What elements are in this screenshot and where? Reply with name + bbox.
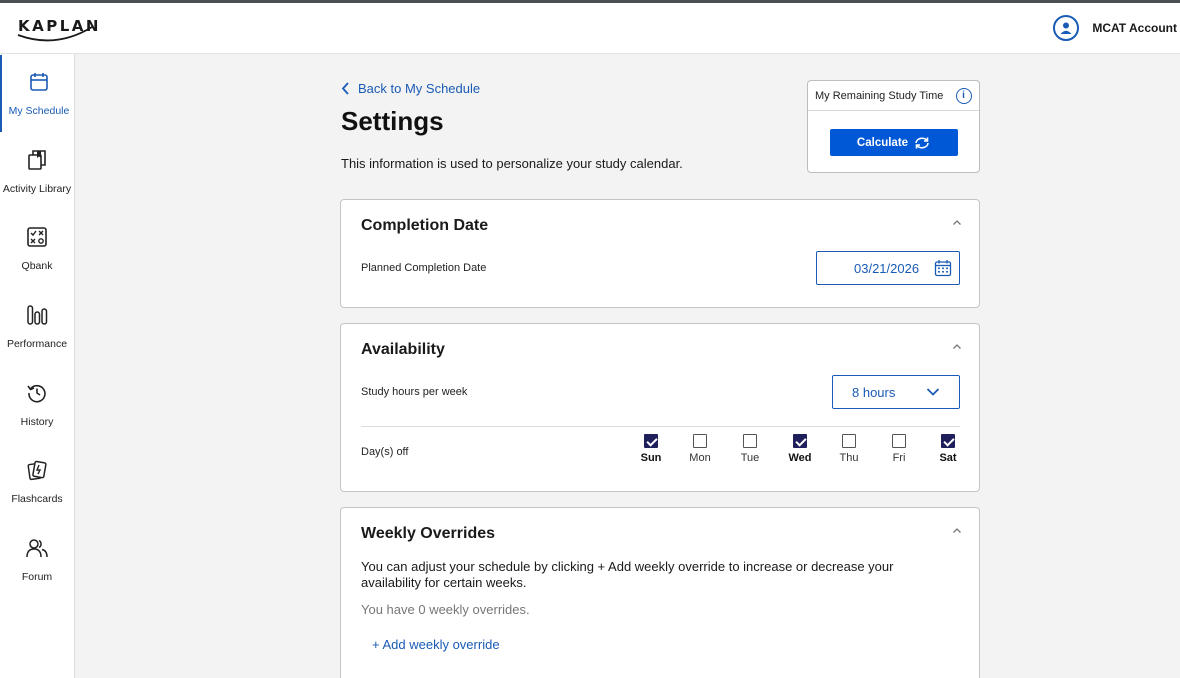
checkbox[interactable] [644, 434, 658, 448]
completion-date-value: 03/21/2026 [854, 261, 920, 276]
day-label: Thu [839, 452, 859, 464]
checkbox[interactable] [793, 434, 807, 448]
sidebar-item-qbank[interactable]: Qbank [0, 210, 74, 287]
study-hours-select[interactable]: 8 hours [832, 375, 960, 409]
sidebar-item-activity-library[interactable]: Activity Library [0, 133, 74, 210]
completion-date-title: Completion Date [361, 217, 489, 234]
sidebar-item-label: History [20, 416, 54, 428]
days-off-label: Day(s) off [361, 446, 409, 458]
checkbox[interactable] [693, 434, 707, 448]
calculate-button-label: Calculate [856, 136, 909, 149]
back-link-label: Back to My Schedule [358, 81, 481, 96]
flashcards-icon [27, 460, 47, 481]
sidebar-item-my-schedule[interactable]: My Schedule [0, 55, 74, 132]
chevron-up-icon[interactable] [952, 342, 962, 352]
day-label: Sun [640, 452, 662, 464]
overrides-description: You can adjust your schedule by clicking… [361, 559, 894, 590]
top-bar: KAPLAN MCAT Account [0, 0, 1180, 54]
day-label: Wed [788, 452, 812, 464]
weekly-overrides-card: Weekly Overrides You can adjust your sch… [340, 507, 980, 678]
study-hours-value: 8 hours [852, 385, 896, 400]
sidebar-item-label: Flashcards [11, 493, 63, 505]
day-label: Sat [939, 452, 957, 464]
day-off-checkbox-thu[interactable]: Thu [834, 434, 864, 464]
checkbox[interactable] [743, 434, 757, 448]
calendar-icon [30, 73, 48, 91]
sidebar-item-label: Qbank [21, 260, 53, 272]
completion-date-card: Completion Date Planned Completion Date … [340, 199, 980, 308]
refresh-icon [915, 136, 929, 149]
checkbox[interactable] [892, 434, 906, 448]
day-off-checkbox-sun[interactable]: Sun [636, 434, 666, 464]
remaining-study-time-panel: My Remaining Study Time Calculate [807, 80, 980, 173]
calculate-button[interactable]: Calculate [830, 129, 958, 156]
availability-card: Availability Study hours per week 8 hour… [340, 323, 980, 492]
day-off-checkbox-tue[interactable]: Tue [735, 434, 765, 464]
day-label: Fri [892, 452, 906, 464]
sidebar-item-flashcards[interactable]: Flashcards [0, 443, 74, 520]
checkbox[interactable] [842, 434, 856, 448]
availability-title: Availability [361, 341, 445, 358]
calendar-icon[interactable] [934, 259, 952, 277]
sidebar-item-performance[interactable]: Performance [0, 288, 74, 365]
info-icon[interactable] [956, 88, 972, 104]
bar-chart-icon [27, 305, 48, 325]
history-icon [27, 384, 46, 403]
kaplan-logo[interactable]: KAPLAN [16, 13, 98, 45]
forum-icon [26, 539, 48, 558]
checkbox[interactable] [941, 434, 955, 448]
sidebar-item-history[interactable]: History [0, 366, 74, 443]
study-time-header: My Remaining Study Time [808, 81, 979, 111]
chevron-up-icon[interactable] [952, 218, 962, 228]
planned-completion-label: Planned Completion Date [361, 262, 487, 274]
sidebar-item-label: Activity Library [2, 183, 72, 195]
sidebar-item-label: My Schedule [8, 105, 70, 117]
day-label: Mon [689, 452, 711, 464]
account-menu[interactable]: MCAT Account [1053, 14, 1177, 42]
chevron-up-icon[interactable] [952, 526, 962, 536]
chevron-left-icon [341, 82, 349, 95]
page-title: Settings [341, 106, 444, 136]
back-to-schedule-link[interactable]: Back to My Schedule [341, 81, 480, 96]
add-weekly-override-link[interactable]: + Add weekly override [372, 637, 500, 652]
day-off-checkbox-sat[interactable]: Sat [933, 434, 963, 464]
completion-date-input[interactable]: 03/21/2026 [816, 251, 960, 285]
sidebar-item-label: Performance [6, 338, 68, 350]
chevron-down-icon [926, 388, 940, 396]
day-off-checkbox-fri[interactable]: Fri [884, 434, 914, 464]
weekly-overrides-title: Weekly Overrides [361, 525, 496, 542]
sidebar-item-label: Forum [21, 571, 53, 583]
qbank-icon [27, 227, 47, 247]
user-circle-icon [1053, 15, 1080, 41]
sidebar-item-forum[interactable]: Forum [0, 521, 74, 598]
study-hours-label: Study hours per week [361, 386, 468, 398]
sidebar-nav: My Schedule Activity Library Qbank Perfo… [0, 54, 75, 678]
day-off-checkbox-mon[interactable]: Mon [685, 434, 715, 464]
library-icon [28, 150, 46, 170]
overrides-count: You have 0 weekly overrides. [361, 602, 530, 617]
study-time-title: My Remaining Study Time [815, 89, 944, 102]
divider [361, 426, 960, 427]
day-label: Tue [740, 452, 760, 464]
logo-swoosh-icon [17, 26, 93, 42]
account-label: MCAT Account [1092, 21, 1177, 35]
page-description: This information is used to personalize … [341, 156, 683, 171]
day-off-checkbox-wed[interactable]: Wed [785, 434, 815, 464]
